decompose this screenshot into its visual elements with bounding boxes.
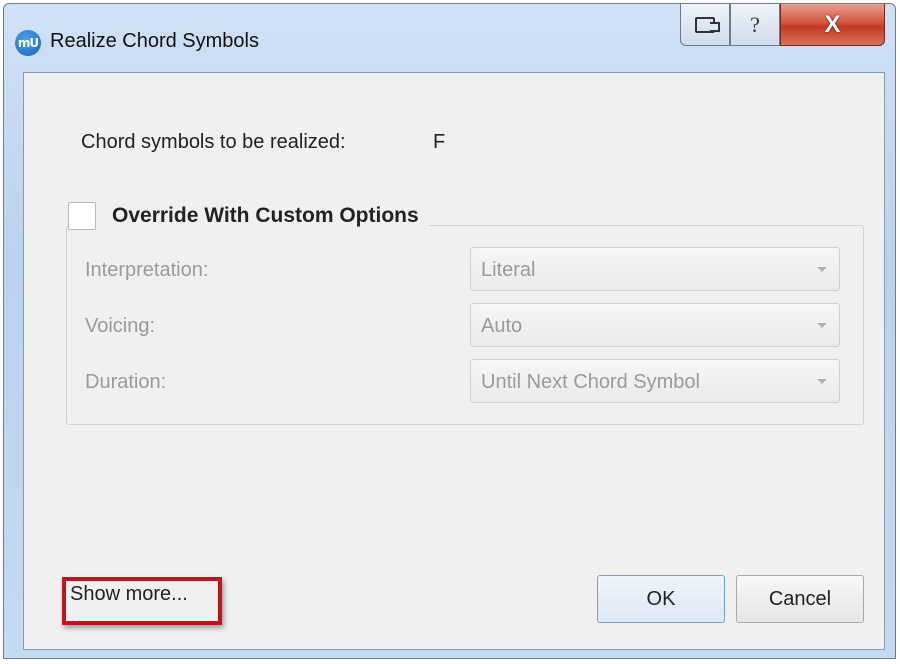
voicing-value: Auto — [481, 315, 523, 337]
context-button[interactable] — [680, 4, 730, 46]
interpretation-label: Interpretation: — [85, 259, 209, 281]
title-bar[interactable]: mU Realize Chord Symbols ? X — [4, 4, 895, 72]
show-more-button[interactable]: Show more... — [70, 583, 188, 606]
interpretation-select[interactable]: Literal — [470, 247, 840, 291]
voicing-select[interactable]: Auto — [470, 303, 840, 347]
chords-to-realize-label: Chord symbols to be realized: — [81, 131, 346, 153]
voicing-label: Voicing: — [85, 315, 156, 337]
dialog-window: mU Realize Chord Symbols ? X Chord symbo… — [3, 3, 896, 659]
cancel-button[interactable]: Cancel — [736, 575, 864, 623]
help-icon: ? — [750, 11, 760, 37]
musescore-logo-icon: mU — [15, 30, 41, 56]
close-icon: X — [824, 10, 841, 38]
duration-select[interactable]: Until Next Chord Symbol — [470, 359, 840, 403]
override-label: Override With Custom Options — [112, 204, 419, 227]
override-checkbox[interactable] — [68, 202, 96, 230]
chevron-down-icon — [817, 323, 827, 328]
duration-value: Until Next Chord Symbol — [481, 371, 700, 393]
interpretation-value: Literal — [481, 259, 536, 281]
help-button[interactable]: ? — [730, 4, 780, 46]
window-title: Realize Chord Symbols — [50, 30, 259, 52]
chevron-down-icon — [817, 379, 827, 384]
chords-to-realize-value: F — [433, 131, 446, 153]
context-icon — [695, 16, 720, 33]
duration-label: Duration: — [85, 371, 167, 393]
chevron-down-icon — [817, 267, 827, 272]
dialog-body: Chord symbols to be realized: F Override… — [23, 72, 885, 650]
close-button[interactable]: X — [780, 4, 885, 46]
override-toggle[interactable]: Override With Custom Options — [68, 197, 429, 235]
ok-button[interactable]: OK — [597, 575, 725, 623]
